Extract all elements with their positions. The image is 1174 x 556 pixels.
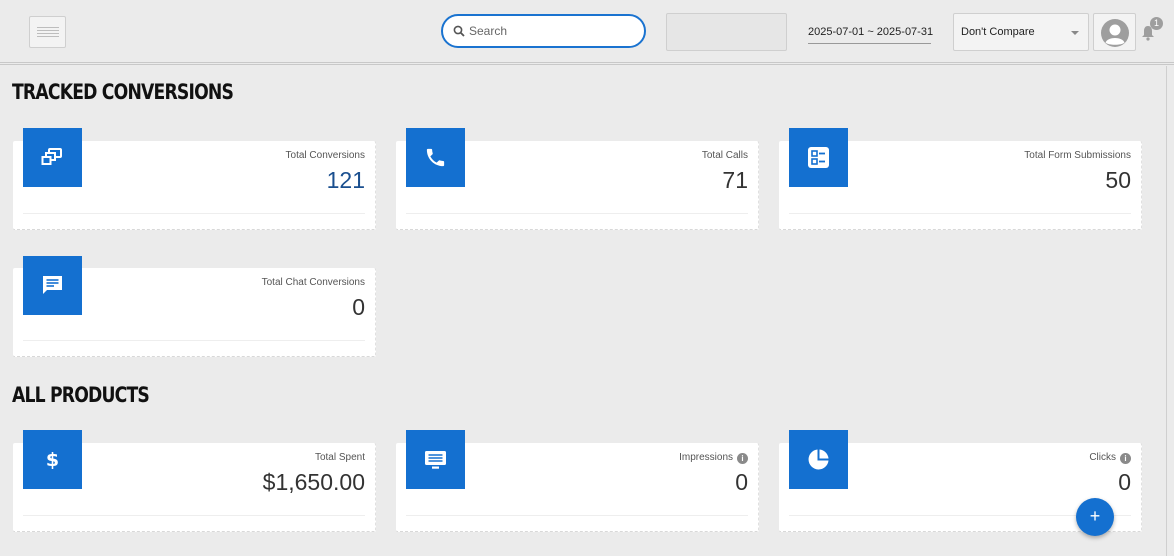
card-value: $1,650.00 (262, 469, 365, 495)
clicks-label: Clicks (1089, 452, 1116, 463)
card-divider (789, 213, 1131, 214)
menu-icon (37, 27, 59, 39)
card-value: 71 (722, 167, 748, 193)
user-avatar-button[interactable] (1093, 13, 1136, 51)
notification-badge: 1 (1150, 17, 1163, 30)
form-icon-box (789, 128, 848, 187)
chat-icon (43, 276, 62, 294)
search-box[interactable] (441, 14, 646, 48)
card-label: Total Calls (701, 150, 748, 161)
chat-icon-box (23, 256, 82, 315)
pie-chart-icon-box (789, 430, 848, 489)
avatar-icon (1101, 19, 1129, 47)
card-value: 0 (352, 294, 365, 320)
card-divider (406, 213, 748, 214)
info-icon[interactable]: i (1120, 453, 1131, 464)
dollar-icon: $ (46, 449, 59, 471)
card-label: Clicks i (1089, 452, 1131, 464)
dollar-icon-box: $ (23, 430, 82, 489)
card-label: Total Form Submissions (1024, 150, 1131, 161)
card-divider (23, 515, 365, 516)
card-label: Total Spent (314, 452, 365, 463)
phone-icon (426, 148, 445, 167)
add-button[interactable]: + (1076, 498, 1114, 536)
compare-select[interactable]: Don't Compare (953, 13, 1089, 51)
form-icon (808, 147, 829, 168)
menu-button[interactable] (29, 16, 66, 48)
card-value: 0 (735, 469, 748, 495)
search-input[interactable] (469, 21, 639, 41)
info-icon[interactable]: i (737, 453, 748, 464)
conversions-icon-box (23, 128, 82, 187)
card-label: Impressions i (679, 452, 748, 464)
impressions-icon-box (406, 430, 465, 489)
top-bar: 2025-07-01 ~ 2025-07-31 Don't Compare 1 (0, 0, 1174, 65)
card-value: 121 (326, 167, 365, 193)
card-value: 50 (1105, 167, 1131, 193)
card-label: Total Conversions (285, 150, 365, 161)
chevron-down-icon (1071, 31, 1079, 35)
calls-icon-box (406, 128, 465, 187)
card-divider (406, 515, 748, 516)
card-label: Total Chat Conversions (261, 277, 365, 288)
all-products-title: ALL PRODUCTS (12, 383, 150, 407)
tracked-conversions-title: TRACKED CONVERSIONS (12, 80, 234, 104)
card-divider (23, 213, 365, 214)
card-divider (23, 340, 365, 341)
impressions-icon (425, 451, 446, 469)
impressions-label: Impressions (679, 452, 733, 463)
toolbar-blank-button[interactable] (666, 13, 787, 51)
conversions-icon (41, 148, 62, 165)
search-icon (453, 25, 465, 37)
card-value: 0 (1118, 469, 1131, 495)
compare-select-value: Don't Compare (961, 26, 1035, 38)
scrollbar-track[interactable] (1166, 66, 1169, 556)
svg-text:$: $ (46, 449, 59, 471)
pie-chart-icon (808, 449, 829, 470)
date-range-picker[interactable]: 2025-07-01 ~ 2025-07-31 (808, 24, 933, 44)
